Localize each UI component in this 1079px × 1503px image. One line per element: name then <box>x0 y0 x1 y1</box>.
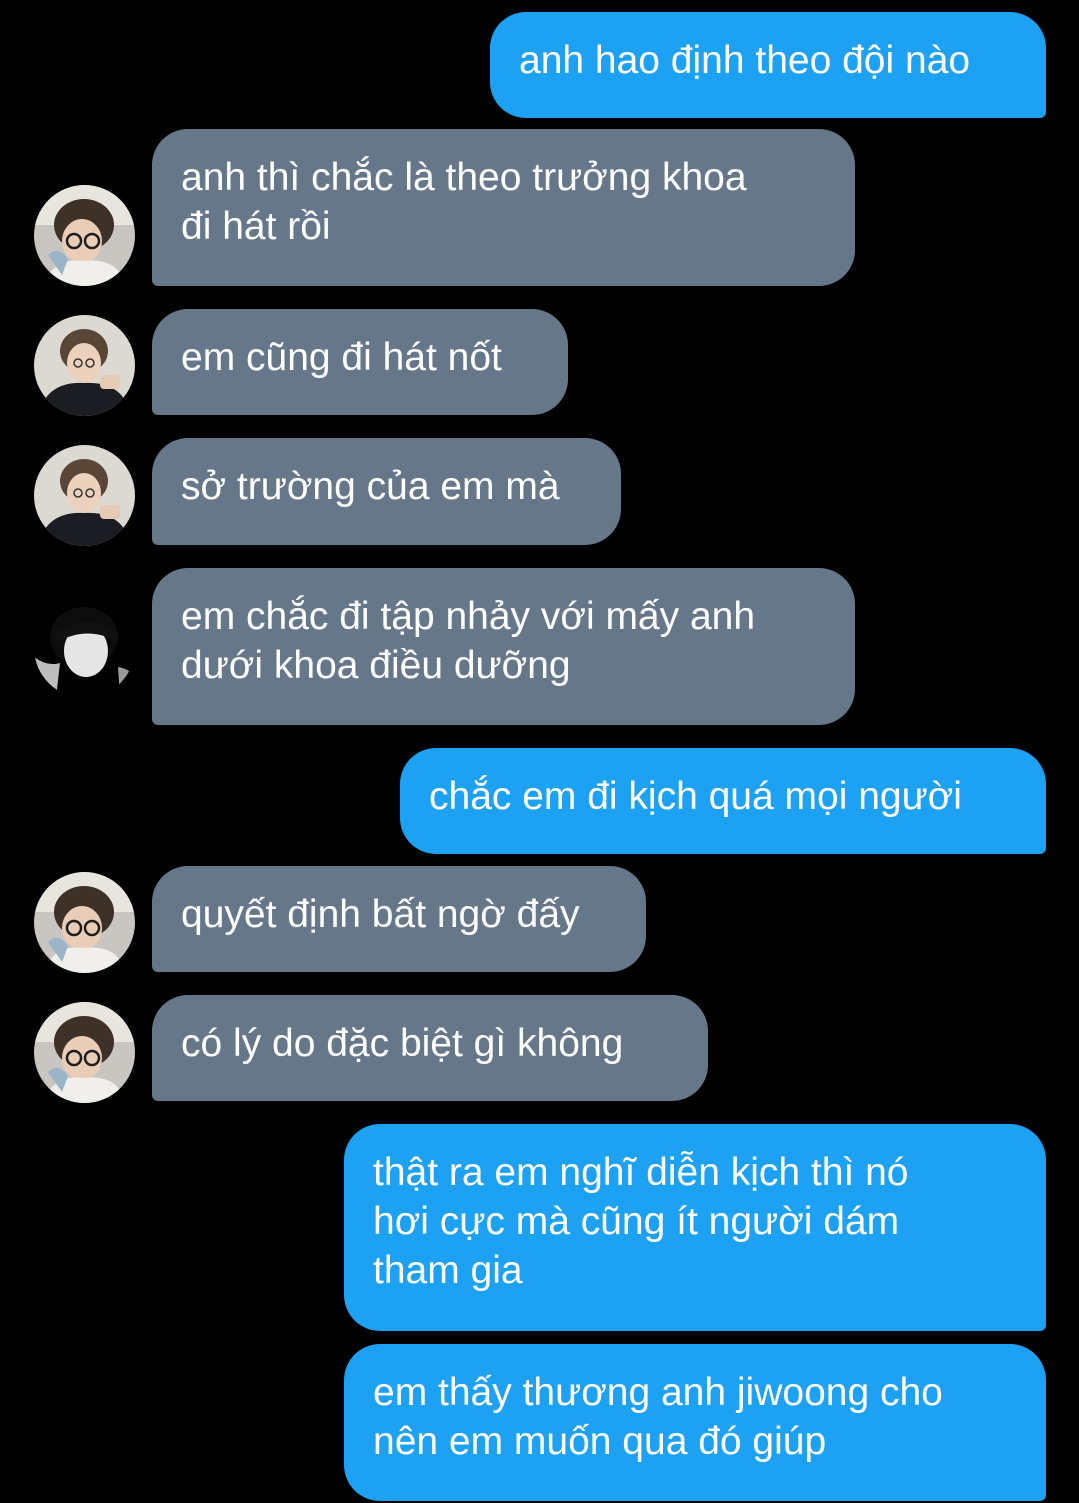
avatar-dark-suit-icon <box>34 445 135 546</box>
incoming-message-bubble[interactable]: anh thì chắc là theo trưởng khoa đi hát … <box>152 129 855 286</box>
incoming-message-bubble[interactable]: em chắc đi tập nhảy với mấy anh dưới kho… <box>152 568 855 725</box>
avatar-dark-suit-icon <box>34 315 135 416</box>
avatar-light-hoodie-glasses-icon <box>34 185 135 286</box>
incoming-message-bubble[interactable]: em cũng đi hát nốt <box>152 309 568 415</box>
avatar-monochrome-icon <box>34 597 135 698</box>
avatar-light-hoodie-glasses-icon <box>34 1002 135 1103</box>
outgoing-message-bubble[interactable]: em thấy thương anh jiwoong cho nên em mu… <box>344 1344 1046 1501</box>
avatar-monochrome[interactable] <box>34 597 135 698</box>
avatar-dark-suit[interactable] <box>34 315 135 416</box>
outgoing-message-bubble[interactable]: chắc em đi kịch quá mọi người <box>400 748 1046 854</box>
avatar-light-hoodie-glasses[interactable] <box>34 185 135 286</box>
incoming-message-bubble[interactable]: quyết định bất ngờ đấy <box>152 866 646 972</box>
avatar-dark-suit[interactable] <box>34 445 135 546</box>
chat-thread[interactable]: anh hao định theo đội nào anh thì chắc l… <box>0 0 1079 1503</box>
avatar-light-hoodie-glasses-icon <box>34 872 135 973</box>
outgoing-message-bubble[interactable]: anh hao định theo đội nào <box>490 12 1046 118</box>
incoming-message-bubble[interactable]: có lý do đặc biệt gì không <box>152 995 708 1101</box>
outgoing-message-bubble[interactable]: thật ra em nghĩ diễn kịch thì nó hơi cực… <box>344 1124 1046 1331</box>
avatar-light-hoodie-glasses[interactable] <box>34 872 135 973</box>
incoming-message-bubble[interactable]: sở trường của em mà <box>152 438 621 545</box>
avatar-light-hoodie-glasses[interactable] <box>34 1002 135 1103</box>
